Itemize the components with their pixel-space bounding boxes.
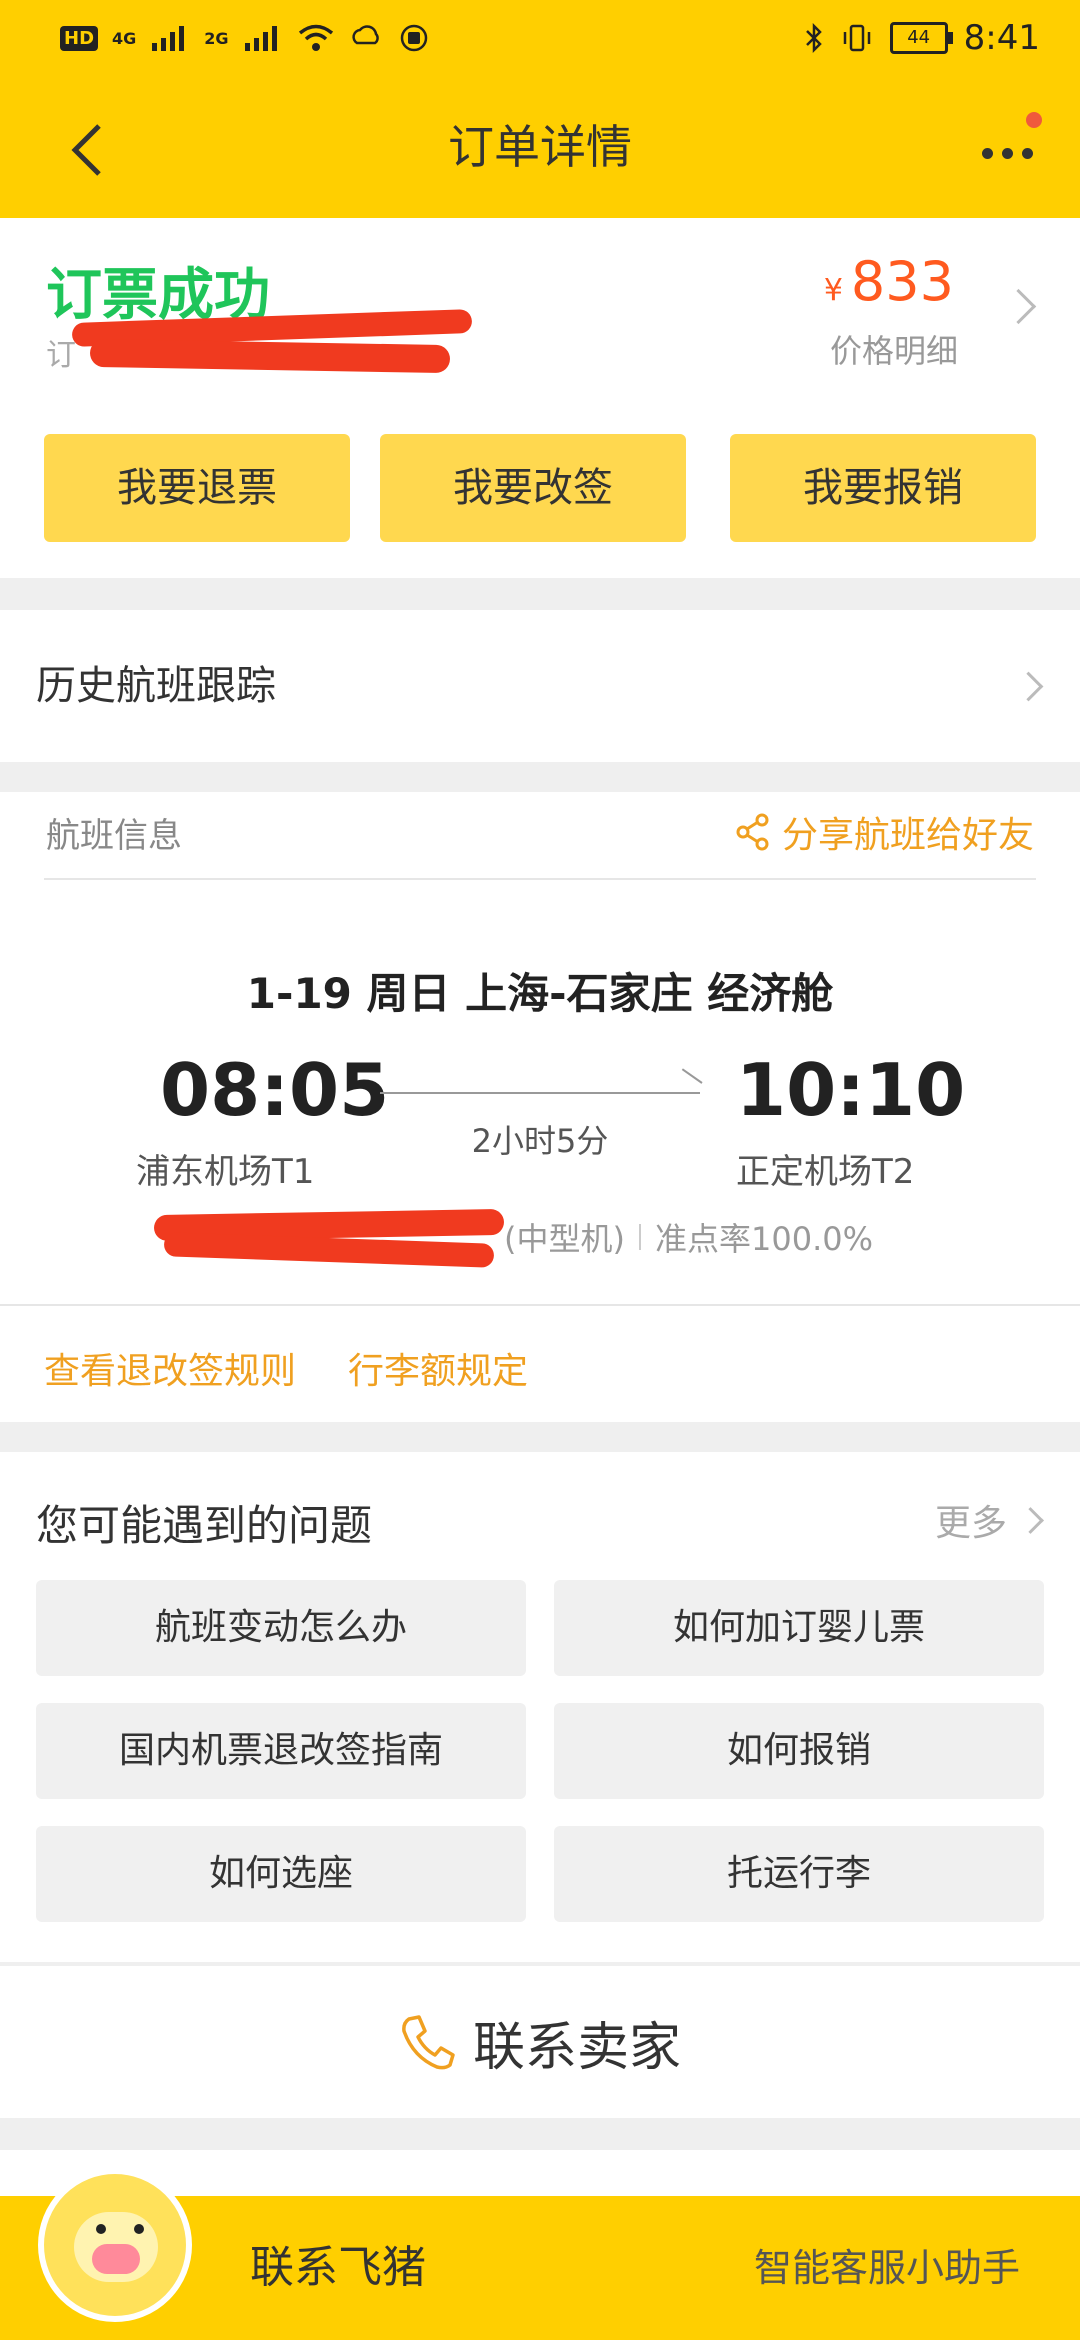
network-2g-label: 2G bbox=[204, 28, 229, 48]
flight-section-label: 航班信息 bbox=[46, 816, 182, 856]
faq-more-label: 更多 bbox=[934, 1503, 1007, 1544]
refund-button[interactable]: 我要退票 bbox=[44, 434, 350, 542]
chevron-right-icon bbox=[1013, 671, 1044, 702]
change-ticket-button[interactable]: 我要改签 bbox=[380, 434, 686, 542]
chevron-right-icon[interactable] bbox=[1000, 288, 1037, 325]
faq-item[interactable]: 如何报销 bbox=[554, 1703, 1044, 1799]
on-time-rate: 准点率100.0% bbox=[654, 1220, 874, 1258]
network-4g-label: 4G bbox=[112, 28, 137, 48]
price-value: 833 bbox=[850, 250, 954, 313]
faq-item[interactable]: 托运行李 bbox=[554, 1826, 1044, 1922]
app-notification-icon bbox=[400, 24, 427, 52]
baggage-rules-link[interactable]: 行李额规定 bbox=[348, 1342, 528, 1394]
contact-seller-button[interactable]: 联系卖家 bbox=[0, 1966, 1080, 2118]
mascot-nose bbox=[92, 2244, 140, 2274]
wifi-icon bbox=[298, 24, 333, 51]
faq-title: 您可能遇到的问题 bbox=[36, 1501, 373, 1550]
status-bar-left: HD 4G 2G bbox=[60, 16, 431, 60]
arrival-time: 10:10 bbox=[736, 1048, 966, 1132]
bluetooth-icon bbox=[805, 22, 822, 54]
section-divider bbox=[44, 878, 1036, 880]
departure-time: 08:05 bbox=[160, 1048, 390, 1132]
more-options-button[interactable] bbox=[976, 128, 1046, 178]
faq-item[interactable]: 航班变动怎么办 bbox=[36, 1580, 526, 1676]
flight-route: 1-19 周日 上海-石家庄 经济舱 bbox=[246, 969, 834, 1018]
reimburse-button[interactable]: 我要报销 bbox=[730, 434, 1036, 542]
refund-rules-link[interactable]: 查看退改签规则 bbox=[44, 1342, 296, 1394]
departure-airport: 浦东机场T1 bbox=[136, 1152, 315, 1192]
section-divider bbox=[0, 1304, 1080, 1306]
meta-separator bbox=[638, 1224, 641, 1250]
hd-badge: HD bbox=[60, 25, 99, 51]
notification-badge bbox=[1026, 112, 1042, 128]
fliggy-mascot-avatar[interactable] bbox=[38, 2168, 192, 2322]
mascot-eye bbox=[134, 2224, 144, 2234]
signal-icon bbox=[244, 26, 277, 51]
weather-icon bbox=[351, 25, 379, 45]
faq-item[interactable]: 如何加订婴儿票 bbox=[554, 1580, 1044, 1676]
vibrate-icon bbox=[843, 24, 870, 52]
flight-arrow bbox=[380, 1092, 700, 1094]
more-dot bbox=[1002, 148, 1013, 159]
faq-item[interactable]: 如何选座 bbox=[36, 1826, 526, 1922]
more-dots-icon bbox=[982, 148, 993, 159]
faq-more-link[interactable]: 更多 bbox=[934, 1494, 1044, 1546]
mascot-eye bbox=[96, 2224, 106, 2234]
status-bar-right: 44 8:41 bbox=[804, 14, 1040, 62]
smart-assistant-label[interactable]: 智能客服小助手 bbox=[754, 2196, 1020, 2340]
contact-seller-label: 联系卖家 bbox=[472, 2017, 681, 2078]
share-flight-label: 分享航班给好友 bbox=[781, 815, 1034, 856]
phone-icon bbox=[402, 2015, 455, 2070]
currency-symbol: ¥ bbox=[823, 273, 843, 308]
signal-icon bbox=[152, 26, 185, 51]
share-icon bbox=[736, 813, 769, 851]
share-flight-link[interactable]: 分享航班给好友 bbox=[736, 806, 1034, 858]
price-total[interactable]: ¥833 bbox=[824, 250, 954, 313]
chevron-right-icon bbox=[1017, 1506, 1044, 1534]
flight-duration: 2小时5分 bbox=[471, 1122, 609, 1160]
flight-meta: (中型机) 准点率100.0% bbox=[504, 1214, 873, 1260]
faq-item[interactable]: 国内机票退改签指南 bbox=[36, 1703, 526, 1799]
more-dot bbox=[1022, 148, 1033, 159]
contact-fliggy-label[interactable]: 联系飞猪 bbox=[250, 2196, 426, 2340]
page-title: 订单详情 bbox=[448, 120, 632, 174]
aircraft-type: (中型机) bbox=[504, 1220, 625, 1258]
price-detail-link[interactable]: 价格明细 bbox=[830, 326, 958, 372]
clock: 8:41 bbox=[963, 18, 1040, 58]
flight-history-label: 历史航班跟踪 bbox=[36, 663, 276, 709]
battery-indicator: 44 bbox=[889, 22, 953, 54]
arrival-airport: 正定机场T2 bbox=[736, 1152, 915, 1192]
